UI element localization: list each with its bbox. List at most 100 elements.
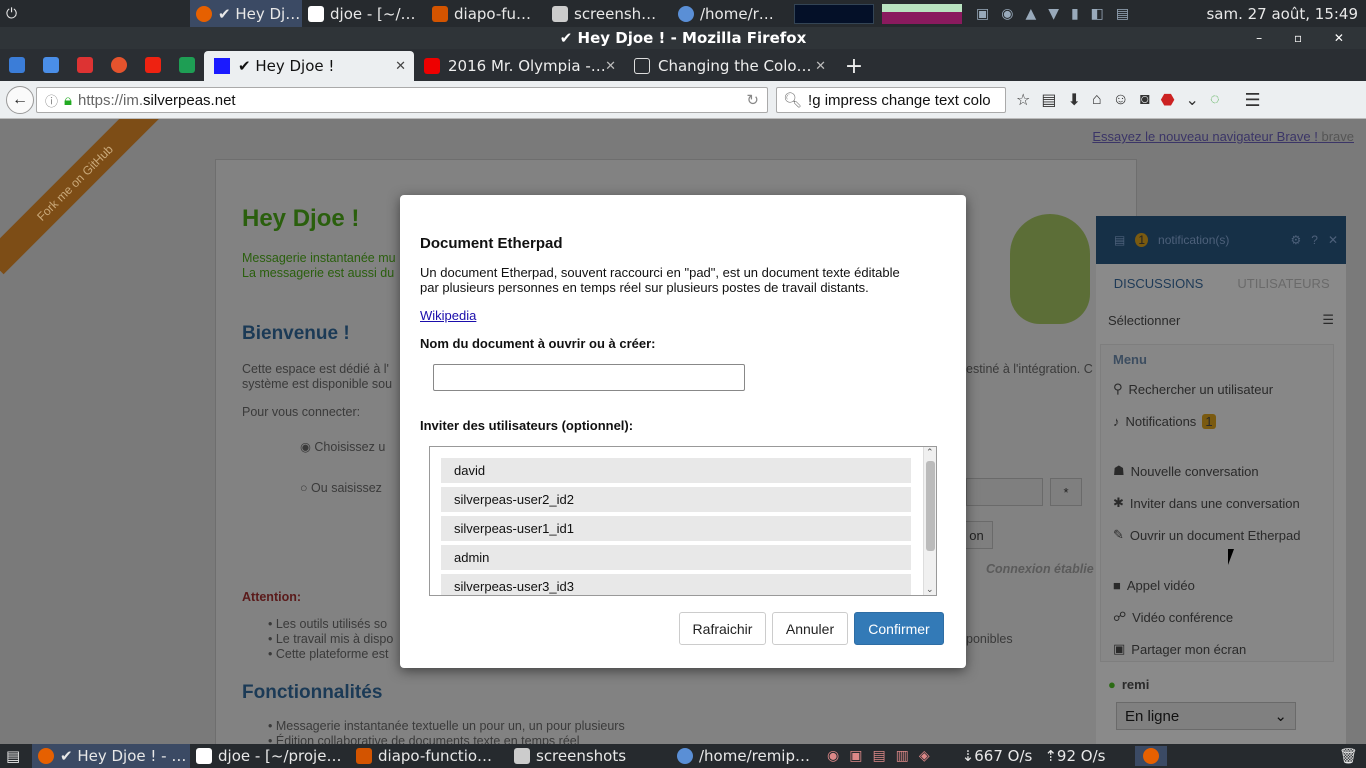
firefox-icon (1143, 748, 1160, 764)
confirm-button[interactable]: Confirmer (854, 612, 944, 645)
back-button[interactable]: ← (6, 85, 34, 114)
tab-hey-djoe[interactable]: ✔ Hey Djoe ! ✕ (204, 51, 414, 81)
document-name-input[interactable] (433, 364, 745, 391)
bookmark-star-icon[interactable]: ☆ (1016, 90, 1030, 110)
tray-icons: ▣◉▲▼▮◧▤ (976, 5, 1142, 22)
quicklaunch-icons[interactable]: ◉▣▤▥◈ (827, 748, 940, 764)
cancel-button[interactable]: Annuler (772, 612, 848, 645)
trash-icon[interactable]: 🗑︎ (1339, 747, 1358, 765)
user-list[interactable]: david silverpeas-user2_id2 silverpeas-us… (429, 446, 937, 596)
chevron-down-icon[interactable]: ⌄ (926, 584, 934, 595)
window-controls[interactable]: – ▫ ✕ (1256, 27, 1358, 49)
search-icon: 🔍︎ (783, 92, 803, 109)
rtl-icon (145, 57, 161, 73)
pinned-tab-gmail[interactable] (68, 49, 102, 81)
navigation-toolbar: ← ⓘ 🔒︎ https://im.silverpeas.net ↻ 🔍︎ !g… (0, 81, 1366, 119)
url-bar[interactable]: ⓘ 🔒︎ https://im.silverpeas.net ↻ (36, 87, 768, 113)
show-desktop-icon[interactable]: ▤ (0, 744, 32, 768)
etherpad-dialog: Document Etherpad Un document Etherpad, … (400, 195, 966, 668)
reading-list-icon[interactable]: ▤ (1041, 90, 1056, 110)
menu-icon[interactable]: ⏻ (0, 0, 28, 27)
firefox-icon (38, 748, 54, 764)
bottom-taskbar: ▤ ✔ Hey Djoe ! - … djoe - [~/proje… diap… (0, 744, 1366, 768)
download-icon[interactable]: ⬇ (1067, 90, 1080, 110)
dialog-description: Un document Etherpad, souvent raccourci … (420, 265, 900, 295)
ask-icon (111, 57, 127, 73)
pinned-tab-ask[interactable] (102, 49, 136, 81)
task-terminal[interactable]: /home/r… (672, 0, 790, 27)
list-item[interactable]: silverpeas-user2_id2 (441, 487, 911, 512)
task-firefox[interactable]: ✔ Hey Djoe ! - … (32, 744, 190, 768)
emoji-icon[interactable]: ☺ (1113, 91, 1129, 109)
info-icon[interactable]: ⓘ (45, 91, 58, 110)
pocket-icon[interactable]: ◙ (1140, 91, 1150, 109)
clock[interactable]: sam. 27 août, 15:49 (1206, 5, 1366, 23)
dialog-title: Document Etherpad (420, 235, 563, 252)
chevron-down-icon[interactable]: ⌄ (1186, 90, 1199, 110)
adblock-icon[interactable]: ⬣ (1161, 90, 1175, 110)
name-label: Nom du document à ouvrir ou à créer: (420, 336, 656, 351)
list-item[interactable]: silverpeas-user1_id1 (441, 516, 911, 541)
firefox-icon (196, 5, 212, 22)
impress-icon (432, 5, 448, 22)
window-titlebar: ✔ Hey Djoe ! - Mozilla Firefox – ▫ ✕ (0, 27, 1366, 49)
mail-icon (43, 57, 59, 73)
mail-icon (9, 57, 25, 73)
intellij-icon (308, 5, 324, 22)
document-icon (634, 58, 650, 74)
intellij-icon (196, 748, 212, 764)
pinned-tab-mail2[interactable] (34, 49, 68, 81)
search-bar[interactable]: 🔍︎ !g impress change text colo (776, 87, 1006, 113)
reload-icon[interactable]: ↻ (746, 91, 759, 109)
lock-icon: 🔒︎ (64, 91, 72, 109)
list-item[interactable]: admin (441, 545, 911, 570)
task-intellij[interactable]: djoe - [~/… (302, 0, 426, 27)
tab-changing-color[interactable]: Changing the Colo… ✕ (624, 51, 834, 81)
net-up: ⇡92 O/s (1044, 747, 1106, 765)
refresh-button[interactable]: Rafraichir (679, 612, 766, 645)
search-input[interactable]: !g impress change text colo (808, 92, 991, 109)
close-tab-icon[interactable]: ✕ (605, 59, 616, 74)
window-title: ✔ Hey Djoe ! - Mozilla Firefox (559, 29, 807, 47)
terminal-icon (678, 5, 694, 22)
folder-icon (552, 5, 568, 22)
home-icon[interactable]: ⌂ (1092, 91, 1102, 109)
mem-graph (882, 3, 962, 24)
task-folder[interactable]: screensh… (546, 0, 672, 27)
pinned-tab-sheets[interactable] (170, 49, 204, 81)
task-impress[interactable]: diapo-functio… (350, 744, 508, 768)
task-firefox[interactable]: ✔ Hey Dj… (190, 0, 302, 27)
pinned-tab-mail[interactable] (0, 49, 34, 81)
system-top-panel: ⏻ ✔ Hey Dj… djoe - [~/… diapo-fu… screen… (0, 0, 1366, 27)
terminal-icon (677, 748, 693, 764)
scrollbar[interactable]: ⌃ ⌄ (923, 447, 936, 595)
close-tab-icon[interactable]: ✕ (395, 59, 406, 74)
gmail-icon (77, 57, 93, 73)
new-tab-button[interactable]: + (834, 51, 874, 81)
toolbar-icons: ☆ ▤ ⬇ ⌂ ☺ ◙ ⬣ ⌄ ◌ ☰ (1016, 81, 1261, 119)
task-folder[interactable]: screenshots (508, 744, 671, 768)
impress-icon (356, 748, 372, 764)
youtube-icon (424, 58, 440, 74)
task-terminal[interactable]: /home/remip… (671, 744, 827, 768)
tab-olympia[interactable]: 2016 Mr. Olympia -… ✕ (414, 51, 624, 81)
wikipedia-link[interactable]: Wikipedia (420, 308, 476, 323)
net-down: ⇣667 O/s (961, 747, 1033, 765)
invite-label: Inviter des utilisateurs (optionnel): (420, 418, 634, 433)
list-item[interactable]: silverpeas-user3_id3 (441, 574, 911, 595)
task-impress[interactable]: diapo-fu… (426, 0, 546, 27)
sheets-icon (179, 57, 195, 73)
page-icon (214, 58, 230, 74)
chevron-up-icon[interactable]: ⌃ (926, 447, 934, 458)
mouse-cursor (1228, 549, 1240, 565)
scrollbar-thumb[interactable] (926, 461, 935, 551)
folder-icon (514, 748, 530, 764)
hamburger-menu-icon[interactable]: ☰ (1244, 90, 1260, 111)
list-item[interactable]: david (441, 458, 911, 483)
task-intellij[interactable]: djoe - [~/proje… (190, 744, 350, 768)
close-tab-icon[interactable]: ✕ (815, 59, 826, 74)
tab-bar: ✔ Hey Djoe ! ✕ 2016 Mr. Olympia -… ✕ Chang… (0, 49, 1366, 81)
firefox-launcher[interactable] (1135, 746, 1168, 766)
sync-icon[interactable]: ◌ (1210, 91, 1220, 109)
pinned-tab-rtl[interactable] (136, 49, 170, 81)
